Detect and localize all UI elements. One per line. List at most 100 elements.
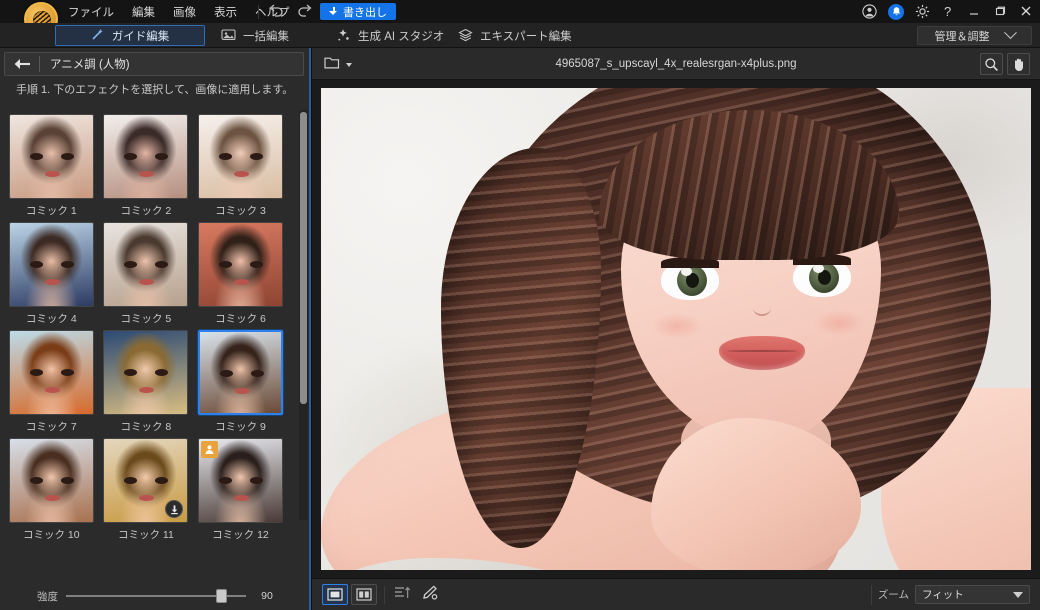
layers-icon: [458, 28, 473, 43]
export-button[interactable]: 書き出し: [320, 3, 396, 20]
canvas-pane: 4965087_s_upscayl_4x_realesrgan-x4plus.p…: [312, 48, 1040, 610]
bottom-toolbar-divider-right: [871, 585, 872, 605]
effects-scroll-region: コミック 1コミック 2 コミック 3 コミック 4コミック 5コミック 6 コミック…: [4, 110, 304, 576]
effect-label: コミック 11: [118, 527, 174, 542]
wand-icon: [91, 28, 106, 43]
effect-thumbnail[interactable]: [103, 330, 188, 415]
effects-sidebar: アニメ調 (人物) 手順 1. 下のエフェクトを選択して、画像に適用します。 コ…: [0, 48, 312, 610]
canvas-bottom-toolbar: ズーム フィット: [312, 578, 1040, 610]
effect-item[interactable]: コミック 2: [99, 110, 194, 218]
tab-expert-edit[interactable]: エキスパート編集: [452, 25, 578, 46]
brush-icon[interactable]: [421, 585, 436, 600]
canvas-top-toolbar: 4965087_s_upscayl_4x_realesrgan-x4plus.p…: [312, 48, 1040, 80]
undo-icon[interactable]: [268, 4, 283, 19]
application-window: ファイル 編集 画像 表示 ヘルプ 書き出し: [0, 0, 1040, 610]
effect-item[interactable]: コミック 1: [4, 110, 99, 218]
subject-eye-right: [793, 257, 851, 297]
effect-item[interactable]: コミック 6: [193, 218, 288, 326]
effect-label: コミック 9: [215, 419, 266, 434]
single-view-icon[interactable]: [322, 584, 348, 605]
effect-thumbnail[interactable]: [9, 438, 94, 523]
notification-bell-icon[interactable]: [888, 4, 904, 20]
sidebar-header: アニメ調 (人物): [4, 52, 304, 76]
bottom-tool-group: [394, 585, 436, 600]
effect-thumbnail[interactable]: [103, 222, 188, 307]
effect-thumbnail-art: [199, 115, 282, 198]
zoom-label: ズーム: [878, 587, 909, 602]
canvas-tool-buttons: [980, 53, 1030, 75]
undo-redo-group: [268, 0, 312, 23]
effect-item[interactable]: コミック 9: [193, 326, 288, 434]
help-icon[interactable]: ?: [941, 4, 956, 19]
back-arrow-icon[interactable]: [5, 58, 39, 70]
effect-thumbnail[interactable]: [103, 114, 188, 199]
split-view-icon[interactable]: [351, 584, 377, 605]
manage-adjust-button[interactable]: 管理＆調整: [917, 26, 1032, 45]
subject-blush-right: [813, 310, 865, 336]
minimize-icon[interactable]: [967, 4, 982, 19]
gear-icon[interactable]: [915, 4, 930, 19]
premium-badge-icon: [201, 441, 218, 458]
folder-dropdown-icon[interactable]: [324, 55, 352, 70]
strength-control: 強度 90: [4, 586, 304, 606]
tab-ai-studio-label: 生成 AI スタジオ: [358, 28, 444, 44]
effect-thumbnail-art: [104, 115, 187, 198]
effect-thumbnail[interactable]: [198, 222, 283, 307]
tab-ai-studio[interactable]: 生成 AI スタジオ: [330, 25, 450, 46]
effect-thumbnail-art: [104, 223, 187, 306]
effects-scrollbar[interactable]: [299, 110, 308, 520]
hand-icon[interactable]: [1007, 53, 1030, 75]
effect-thumbnail[interactable]: [198, 114, 283, 199]
effect-item[interactable]: コミック 5: [99, 218, 194, 326]
menu-item-view[interactable]: 表示: [214, 4, 237, 20]
effect-thumbnail[interactable]: [198, 438, 283, 523]
strength-value: 90: [246, 590, 288, 602]
mode-bar: ガイド編集 一括編集 生成 AI スタジオ エキスパート編集 管理＆調整: [0, 23, 1040, 48]
effect-item[interactable]: コミック 11: [99, 434, 194, 542]
photos-icon: [221, 28, 236, 43]
tab-guide-edit-label: ガイド編集: [112, 28, 170, 44]
effect-thumbnail-art: [104, 331, 187, 414]
effect-thumbnail[interactable]: [9, 114, 94, 199]
export-icon: [329, 7, 338, 16]
effect-thumbnail-art: [10, 223, 93, 306]
effect-thumbnail[interactable]: [198, 330, 283, 415]
maximize-icon[interactable]: [993, 4, 1008, 19]
effect-label: コミック 3: [215, 203, 266, 218]
effect-item[interactable]: コミック 4: [4, 218, 99, 326]
menu-item-edit[interactable]: 編集: [132, 4, 155, 20]
export-button-label: 書き出し: [343, 4, 387, 20]
menu-item-image[interactable]: 画像: [173, 4, 196, 20]
title-bar: ファイル 編集 画像 表示 ヘルプ 書き出し: [0, 0, 1040, 23]
effect-thumbnail[interactable]: [103, 438, 188, 523]
effect-thumbnail[interactable]: [9, 222, 94, 307]
slider-knob[interactable]: [216, 589, 227, 603]
instruction-text: 手順 1. 下のエフェクトを選択して、画像に適用します。: [4, 81, 304, 97]
account-icon[interactable]: [862, 4, 877, 19]
effect-label: コミック 8: [121, 419, 172, 434]
effect-thumbnail-art: [10, 115, 93, 198]
zoom-control: ズーム フィット: [878, 585, 1030, 604]
toolbar-divider: [258, 5, 259, 19]
effect-item[interactable]: コミック 10: [4, 434, 99, 542]
effect-item[interactable]: コミック 8: [99, 326, 194, 434]
magnifier-icon[interactable]: [980, 53, 1003, 75]
scrollbar-thumb[interactable]: [300, 112, 307, 404]
tab-batch-edit[interactable]: 一括編集: [215, 25, 295, 46]
effect-item[interactable]: コミック 12: [193, 434, 288, 542]
effect-item[interactable]: コミック 7: [4, 326, 99, 434]
svg-text:?: ?: [944, 4, 951, 19]
sort-icon[interactable]: [394, 585, 409, 600]
effect-label: コミック 10: [23, 527, 80, 542]
close-icon[interactable]: [1019, 4, 1034, 19]
effects-grid: コミック 1コミック 2 コミック 3 コミック 4コミック 5コミック 6 コミック…: [4, 110, 288, 542]
effect-item[interactable]: コミック 3: [193, 110, 288, 218]
chevron-down-icon: [1004, 26, 1017, 39]
strength-slider[interactable]: [66, 589, 246, 603]
effect-thumbnail[interactable]: [9, 330, 94, 415]
menu-item-file[interactable]: ファイル: [68, 4, 114, 20]
redo-icon[interactable]: [297, 4, 312, 19]
zoom-select[interactable]: フィット: [915, 585, 1030, 604]
tab-guide-edit[interactable]: ガイド編集: [55, 25, 205, 46]
image-canvas[interactable]: [312, 80, 1040, 578]
